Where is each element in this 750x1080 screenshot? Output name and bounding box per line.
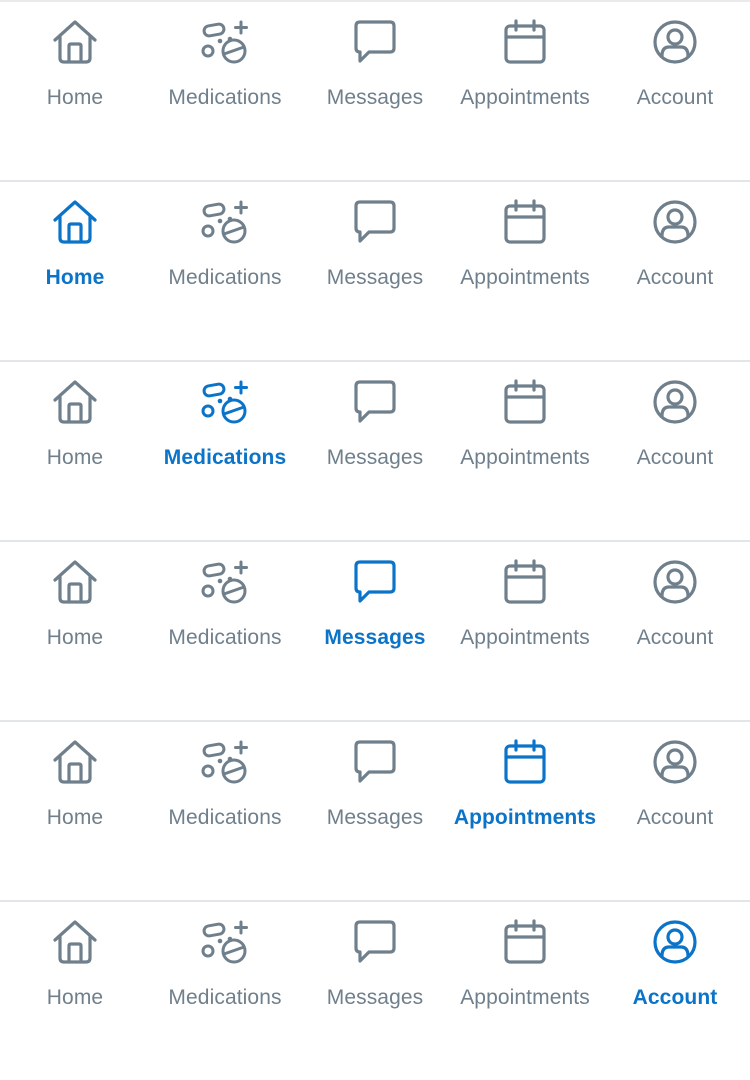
tab-label: Appointments (453, 806, 597, 829)
chat-bubble-icon (351, 198, 399, 246)
tab-appointments[interactable]: Appointments (450, 542, 600, 672)
chat-bubble-icon (351, 738, 399, 786)
tab-bar-messages-selected: Home Medications Messages Appointments A… (0, 540, 750, 720)
chat-bubble-icon (351, 558, 399, 606)
home-icon (51, 378, 99, 426)
tab-label: Appointments (460, 446, 590, 469)
calendar-icon (501, 18, 549, 66)
user-circle-icon (651, 198, 699, 246)
tab-account[interactable]: Account (600, 362, 750, 492)
tab-label: Home (45, 266, 105, 289)
tab-label: Account (632, 986, 718, 1009)
tab-label: Home (46, 446, 104, 469)
user-circle-icon (651, 738, 699, 786)
tab-medications[interactable]: Medications (150, 182, 300, 312)
tab-appointments[interactable]: Appointments (450, 902, 600, 1032)
calendar-icon (501, 558, 549, 606)
tab-label: Medications (163, 446, 287, 469)
tab-home[interactable]: Home (0, 362, 150, 492)
home-icon (51, 738, 99, 786)
tab-messages[interactable]: Messages (300, 722, 450, 852)
pills-icon (201, 198, 249, 246)
calendar-icon (501, 378, 549, 426)
chat-bubble-icon (351, 378, 399, 426)
tab-label: Account (636, 86, 714, 109)
tab-label: Account (636, 626, 714, 649)
tab-account[interactable]: Account (600, 542, 750, 672)
pills-icon (201, 558, 249, 606)
tab-medications[interactable]: Medications (150, 2, 300, 132)
tab-messages[interactable]: Messages (300, 902, 450, 1032)
tab-label: Appointments (460, 266, 590, 289)
tab-label: Messages (326, 446, 424, 469)
home-icon (51, 918, 99, 966)
tab-appointments[interactable]: Appointments (450, 2, 600, 132)
tab-bar-home-selected: Home Medications Messages Appointments A… (0, 180, 750, 360)
chat-bubble-icon (351, 918, 399, 966)
pills-icon (201, 378, 249, 426)
tab-label: Home (46, 626, 104, 649)
user-circle-icon (651, 378, 699, 426)
calendar-icon (501, 918, 549, 966)
tab-home[interactable]: Home (0, 182, 150, 312)
tab-appointments[interactable]: Appointments (450, 182, 600, 312)
user-circle-icon (651, 558, 699, 606)
tab-label: Appointments (460, 626, 590, 649)
home-icon (51, 198, 99, 246)
chat-bubble-icon (351, 18, 399, 66)
tab-label: Messages (326, 986, 424, 1009)
tab-label: Messages (326, 806, 424, 829)
tab-home[interactable]: Home (0, 542, 150, 672)
calendar-icon (501, 198, 549, 246)
tab-label: Appointments (460, 986, 590, 1009)
tab-label: Messages (324, 626, 426, 649)
tab-label: Home (46, 86, 104, 109)
user-circle-icon (651, 18, 699, 66)
tab-label: Messages (326, 86, 424, 109)
tab-label: Medications (168, 626, 282, 649)
calendar-icon (501, 738, 549, 786)
tab-bar-medications-selected: Home Medications Messages Appointments A… (0, 360, 750, 540)
tab-label: Account (636, 266, 714, 289)
tab-home[interactable]: Home (0, 2, 150, 132)
tab-messages[interactable]: Messages (300, 182, 450, 312)
tab-medications[interactable]: Medications (150, 542, 300, 672)
tab-home[interactable]: Home (0, 902, 150, 1032)
tab-label: Home (46, 806, 104, 829)
tab-appointments[interactable]: Appointments (450, 722, 600, 852)
pills-icon (201, 738, 249, 786)
pills-icon (201, 918, 249, 966)
tab-account[interactable]: Account (600, 2, 750, 132)
tab-label: Account (636, 806, 714, 829)
tab-label: Medications (168, 266, 282, 289)
tab-label: Medications (168, 806, 282, 829)
tab-medications[interactable]: Medications (150, 722, 300, 852)
tab-messages[interactable]: Messages (300, 362, 450, 492)
pills-icon (201, 18, 249, 66)
tab-account[interactable]: Account (600, 182, 750, 312)
tab-messages[interactable]: Messages (300, 2, 450, 132)
tab-label: Medications (168, 986, 282, 1009)
tab-appointments[interactable]: Appointments (450, 362, 600, 492)
tab-bar-none-selected: Home Medications Messages Appointments A… (0, 0, 750, 180)
home-icon (51, 18, 99, 66)
user-circle-icon (651, 918, 699, 966)
tab-account[interactable]: Account (600, 722, 750, 852)
tab-messages[interactable]: Messages (300, 542, 450, 672)
tab-label: Home (46, 986, 104, 1009)
tab-label: Messages (326, 266, 424, 289)
tab-account[interactable]: Account (600, 902, 750, 1032)
tab-label: Appointments (460, 86, 590, 109)
tab-label: Medications (168, 86, 282, 109)
tab-medications[interactable]: Medications (150, 902, 300, 1032)
tab-bar-appointments-selected: Home Medications Messages Appointments A… (0, 720, 750, 900)
tab-bar-account-selected: Home Medications Messages Appointments A… (0, 900, 750, 1080)
tab-home[interactable]: Home (0, 722, 150, 852)
tab-medications[interactable]: Medications (150, 362, 300, 492)
home-icon (51, 558, 99, 606)
tab-bar-variants: Home Medications Messages Appointments A… (0, 0, 750, 1080)
tab-label: Account (636, 446, 714, 469)
